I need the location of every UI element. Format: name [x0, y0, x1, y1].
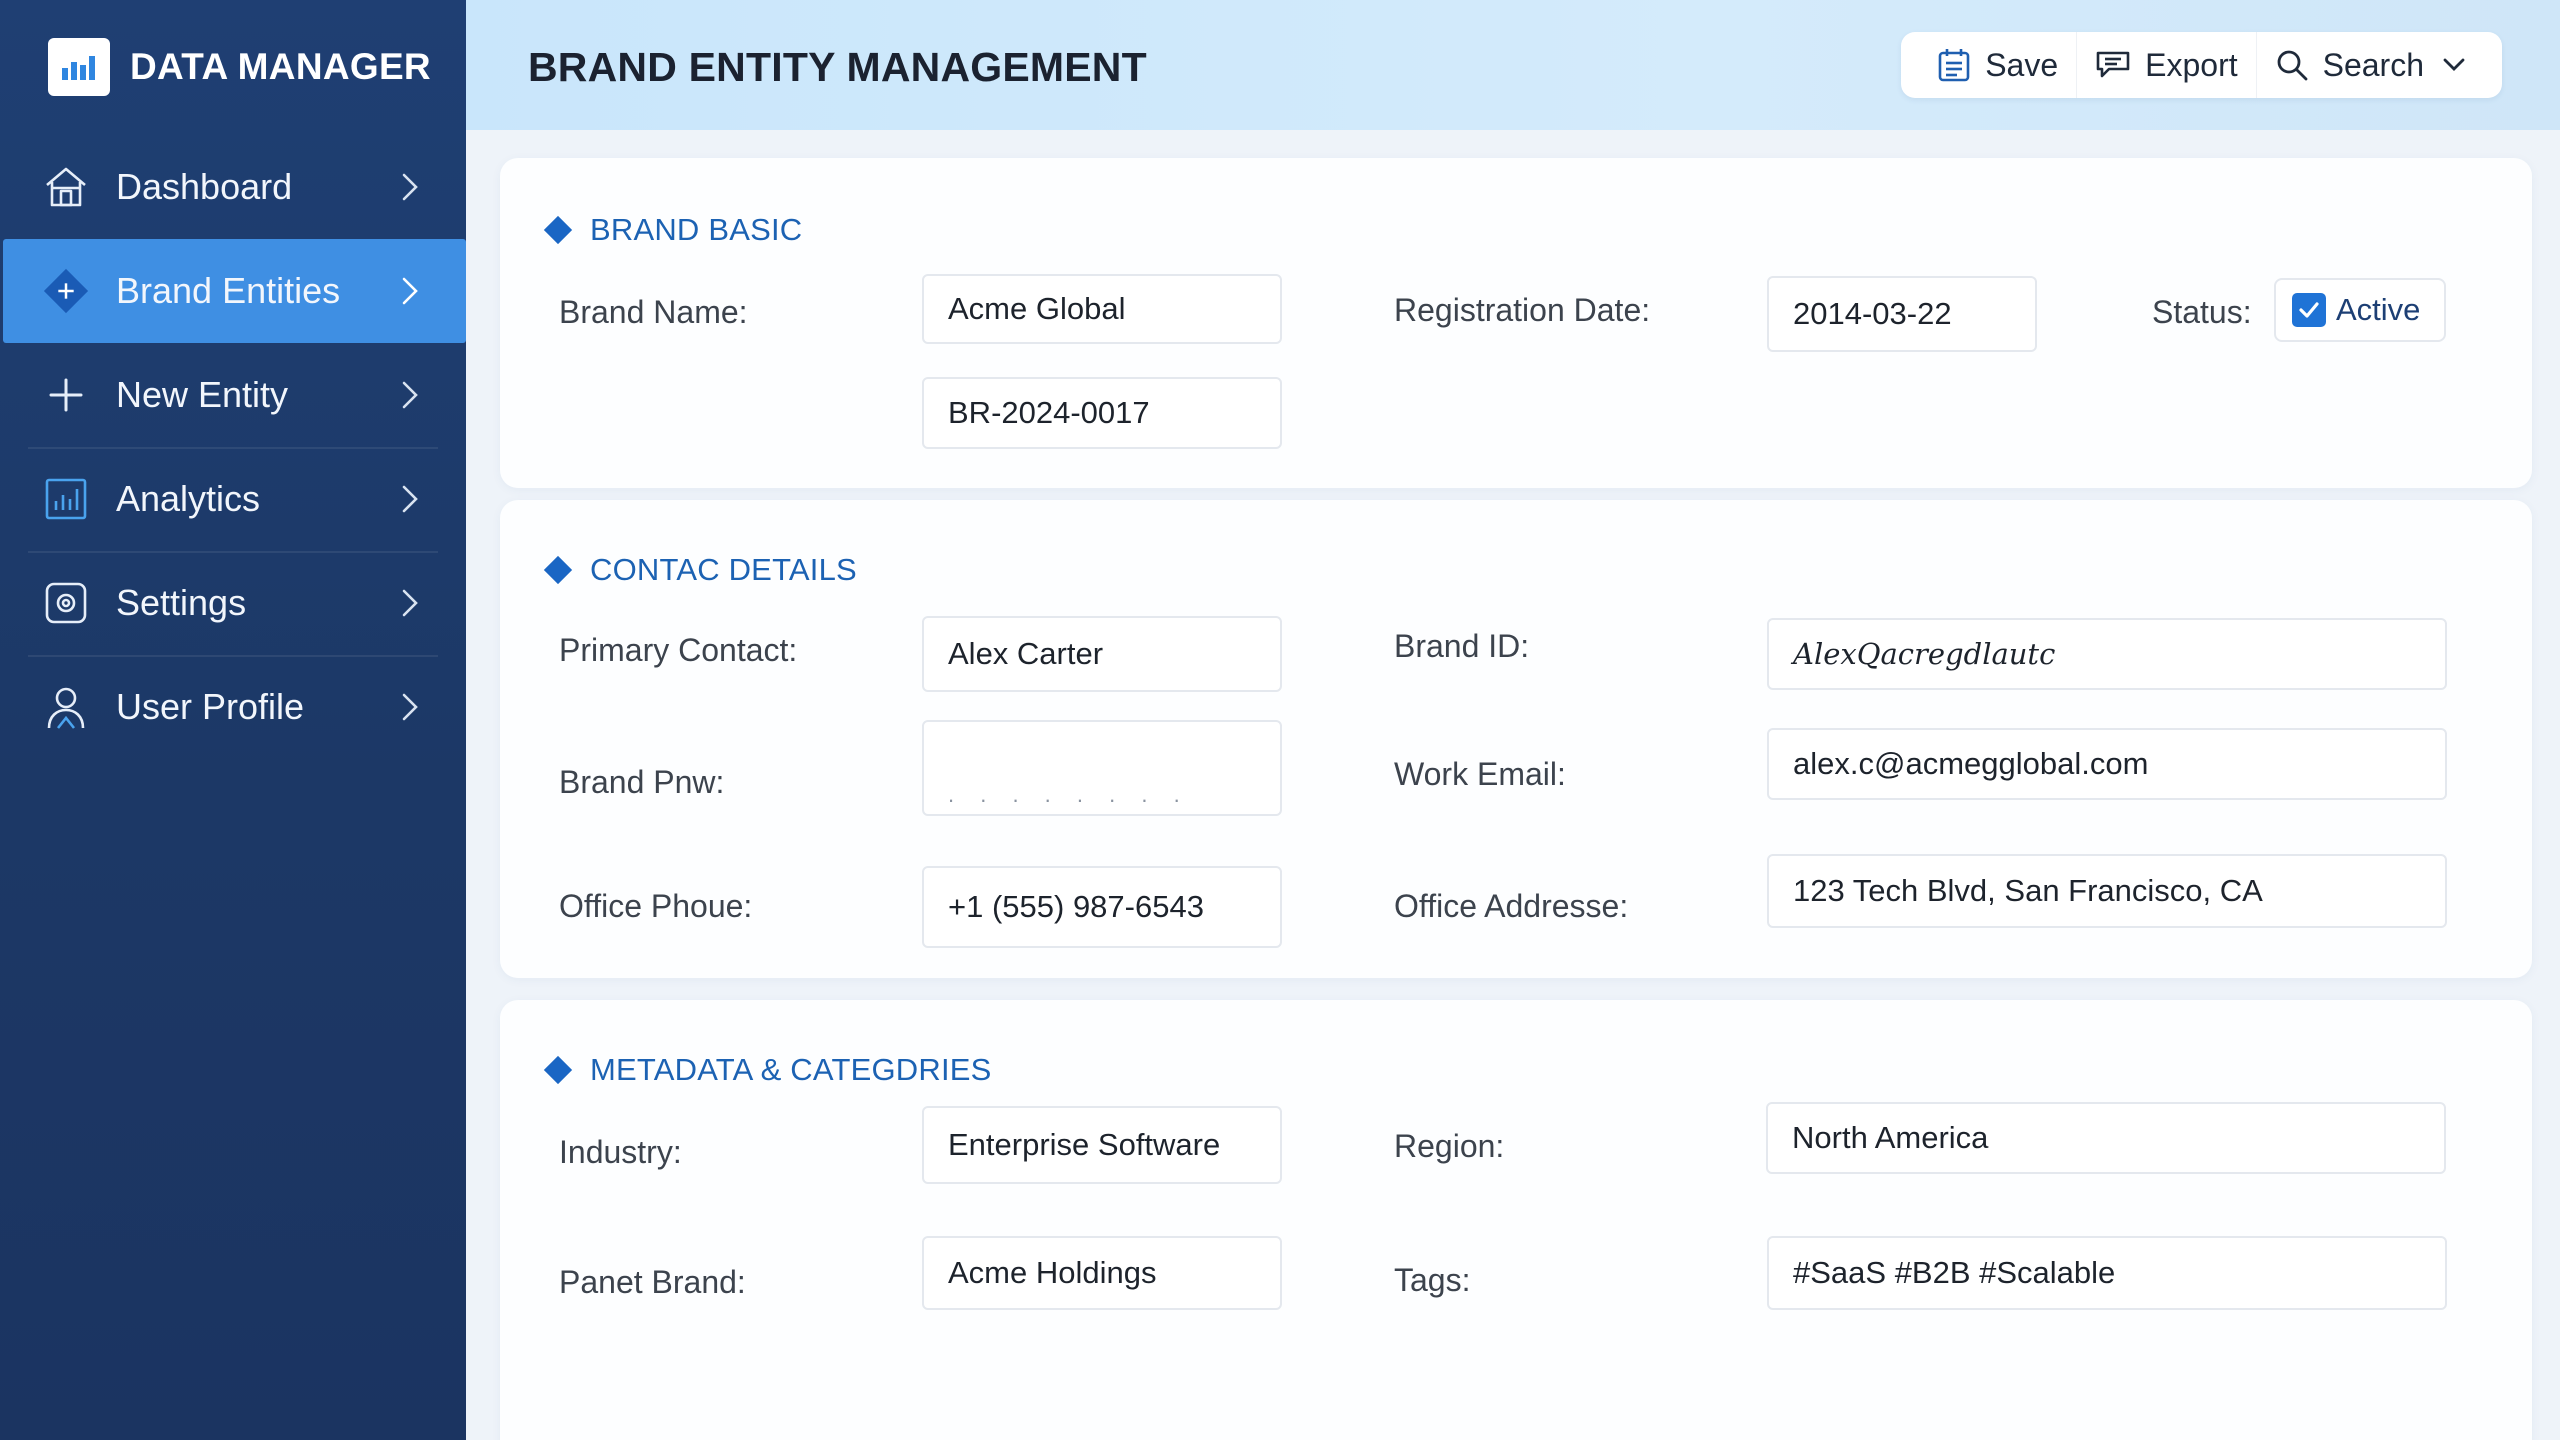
tags-label: Tags: [1394, 1262, 1471, 1298]
work-email-field[interactable]: alex.c@acmegglobal.com [1767, 728, 2447, 800]
chevron-right-icon [402, 485, 418, 513]
export-icon [2096, 51, 2130, 78]
brand-name-field[interactable]: Acme Global [922, 274, 1282, 344]
header: BRAND ENTITY MANAGEMENT Save Export Sear… [466, 0, 2560, 130]
save-label: Save [1985, 46, 2059, 83]
app-name: DATA MANAGER [130, 46, 431, 87]
section-title-metadata: METADATA & CATEGDRIES [543, 1052, 992, 1088]
chevron-right-icon [402, 589, 418, 617]
chevron-right-icon [402, 381, 418, 409]
export-button[interactable]: Export [2076, 32, 2255, 98]
section-title-text: BRAND BASIC [590, 212, 803, 247]
diamond-plus-icon [42, 267, 90, 315]
status-value: Active [2336, 292, 2421, 327]
plus-icon [42, 371, 90, 419]
sidebar-item-analytics[interactable]: Analytics [0, 447, 466, 551]
brand-code-field[interactable]: BR-2024-0017 [922, 377, 1282, 449]
chevron-right-icon [402, 693, 418, 721]
sidebar-nav: Dashboard Brand Entities New Entity Anal… [0, 135, 466, 759]
bar-chart-icon [48, 38, 110, 96]
brand-id-label: Brand ID: [1394, 628, 1530, 664]
brand-basic-card: BRAND BASIC Brand Name: Acme Global BR-2… [500, 158, 2532, 488]
sidebar-item-label: Dashboard [116, 166, 293, 207]
office-address-field[interactable]: 123 Tech Blvd, San Francisco, CA [1767, 854, 2447, 928]
save-button[interactable]: Save [1919, 32, 2076, 98]
region-field[interactable]: North America [1766, 1102, 2446, 1174]
sidebar-item-label: New Entity [116, 374, 289, 415]
primary-contact-label: Primary Contact: [559, 632, 798, 668]
brand-name-label: Brand Name: [559, 294, 748, 330]
main-content: BRAND BASIC Brand Name: Acme Global BR-2… [466, 130, 2560, 1440]
sidebar-item-new-entity[interactable]: New Entity [0, 343, 466, 447]
registration-date-field[interactable]: 2014-03-22 [1767, 276, 2037, 352]
tags-field[interactable]: #SaaS #B2B #Scalable [1767, 1236, 2447, 1310]
industry-label: Industry: [559, 1134, 682, 1170]
office-phone-label: Office Phoue: [559, 888, 753, 924]
primary-contact-field[interactable]: Alex Carter [922, 616, 1282, 692]
toolbar: Save Export Search [1901, 32, 2502, 98]
section-title-brand-basic: BRAND BASIC [543, 212, 803, 248]
search-button[interactable]: Search [2255, 32, 2486, 98]
status-label: Status: [2152, 294, 2252, 330]
brand-id-field[interactable]: AlexQacregdlautc [1767, 618, 2447, 690]
diamond-icon [543, 1055, 573, 1085]
save-icon [1938, 49, 1970, 82]
sidebar-item-settings[interactable]: Settings [0, 551, 466, 655]
sidebar-item-user-profile[interactable]: User Profile [0, 655, 466, 759]
work-email-label: Work Email: [1394, 756, 1566, 792]
home-icon [42, 163, 90, 211]
office-address-label: Office Addresse: [1394, 888, 1629, 924]
brand-pnw-label: Brand Pnw: [559, 764, 725, 800]
app-logo[interactable]: DATA MANAGER [48, 38, 431, 96]
region-label: Region: [1394, 1128, 1505, 1164]
checkbox-checked-icon [2292, 293, 2326, 327]
diamond-icon [543, 555, 573, 585]
user-icon [42, 683, 90, 731]
search-label: Search [2322, 46, 2424, 83]
chevron-down-icon [2443, 58, 2465, 71]
sidebar-item-label: User Profile [116, 686, 305, 727]
analytics-icon [42, 475, 90, 523]
office-phone-field[interactable]: +1 (555) 987-6543 [922, 866, 1282, 948]
registration-date-label: Registration Date: [1394, 292, 1651, 328]
brand-pnw-field[interactable]: . . . . . . . . [922, 720, 1282, 816]
diamond-icon [543, 215, 573, 245]
search-icon [2277, 50, 2308, 81]
section-title-contact-details: CONTAC DETAILS [543, 552, 857, 588]
parent-brand-label: Panet Brand: [559, 1264, 746, 1300]
sidebar-item-brand-entities[interactable]: Brand Entities [3, 239, 466, 343]
chevron-right-icon [402, 277, 418, 305]
page-title: BRAND ENTITY MANAGEMENT [528, 44, 1147, 90]
parent-brand-field[interactable]: Acme Holdings [922, 1236, 1282, 1310]
sidebar-item-label: Analytics [116, 478, 261, 519]
section-title-text: CONTAC DETAILS [590, 552, 857, 587]
settings-icon [42, 579, 90, 627]
export-label: Export [2145, 46, 2238, 83]
sidebar-item-label: Settings [116, 582, 247, 623]
industry-field[interactable]: Enterprise Software [922, 1106, 1282, 1184]
sidebar-item-dashboard[interactable]: Dashboard [0, 135, 466, 239]
sidebar: DATA MANAGER Dashboard Brand Entities Ne… [0, 0, 466, 1440]
contact-details-card: CONTAC DETAILS Primary Contact: Alex Car… [500, 500, 2532, 978]
sidebar-item-label: Brand Entities [116, 270, 341, 311]
section-title-text: METADATA & CATEGDRIES [590, 1052, 992, 1087]
chevron-right-icon [402, 173, 418, 201]
status-checkbox[interactable]: Active [2274, 278, 2446, 342]
metadata-card: METADATA & CATEGDRIES Industry: Enterpri… [500, 1000, 2532, 1440]
